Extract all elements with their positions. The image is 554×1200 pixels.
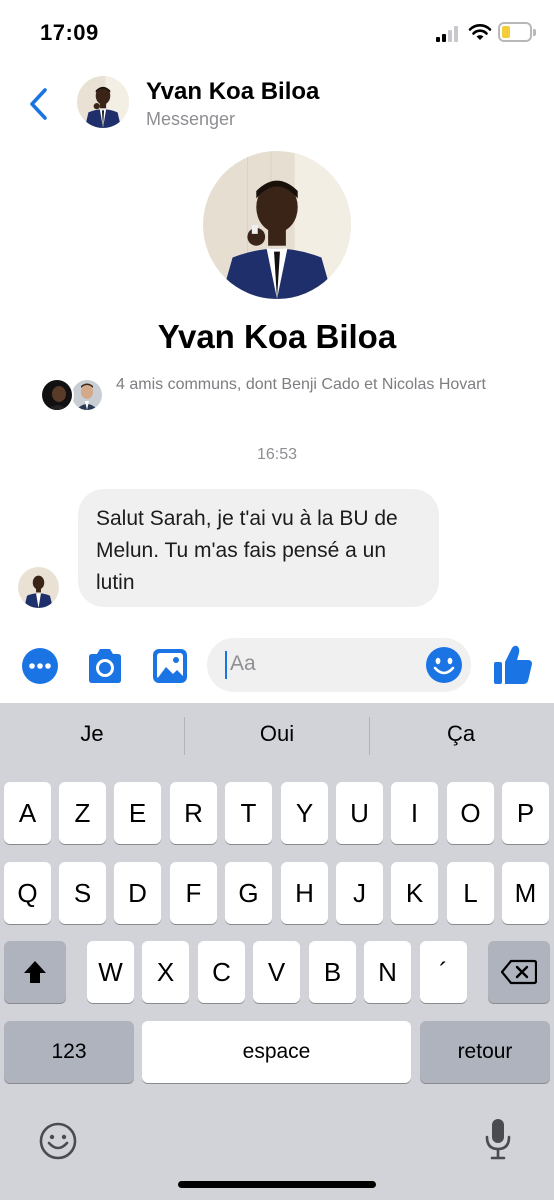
shift-key[interactable] <box>4 941 66 1003</box>
key-a[interactable]: A <box>4 782 51 844</box>
key-m[interactable]: M <box>502 862 549 924</box>
mutual-friends-text: 4 amis communs, dont Benji Cado et Nicol… <box>116 376 486 393</box>
shift-icon <box>24 961 46 983</box>
like-icon[interactable] <box>492 644 534 686</box>
key-v[interactable]: V <box>253 941 300 1003</box>
message-input-placeholder: Aa <box>230 652 256 675</box>
camera-icon[interactable] <box>85 648 125 684</box>
home-indicator <box>178 1181 376 1188</box>
key-q[interactable]: Q <box>4 862 51 924</box>
key-s[interactable]: S <box>59 862 106 924</box>
suggestion-divider <box>369 717 370 755</box>
keyboard: Je Oui Ça A Z E R T Y U I O P Q S D F G … <box>0 703 554 1200</box>
text-cursor <box>225 651 227 679</box>
status-time: 17:09 <box>40 20 99 45</box>
emoji-icon[interactable] <box>425 646 463 684</box>
suggestion-1[interactable]: Je <box>17 721 167 747</box>
received-message-bubble[interactable]: Salut Sarah, je t'ai vu à la BU de Melun… <box>78 489 439 607</box>
key-g[interactable]: G <box>225 862 272 924</box>
battery-icon <box>498 22 536 42</box>
key-c[interactable]: C <box>198 941 245 1003</box>
more-icon[interactable] <box>21 647 59 685</box>
key-j[interactable]: J <box>336 862 383 924</box>
key-d[interactable]: D <box>114 862 161 924</box>
key-b[interactable]: B <box>309 941 356 1003</box>
message-input[interactable]: Aa <box>207 638 471 692</box>
profile-avatar[interactable] <box>203 151 351 299</box>
key-r[interactable]: R <box>170 782 217 844</box>
cellular-signal-icon <box>436 26 458 42</box>
header-subtitle: Messenger <box>146 109 236 129</box>
key-o[interactable]: O <box>447 782 494 844</box>
profile-name: Yvan Koa Biloa <box>157 318 397 355</box>
suggestion-2[interactable]: Oui <box>202 721 352 747</box>
key-z[interactable]: Z <box>59 782 106 844</box>
space-key[interactable]: espace <box>142 1021 411 1083</box>
message-composer: Aa <box>0 634 554 702</box>
key-f[interactable]: F <box>170 862 217 924</box>
key-p[interactable]: P <box>502 782 549 844</box>
key-t[interactable]: T <box>225 782 272 844</box>
suggestion-3[interactable]: Ça <box>386 721 536 747</box>
mutual-friend-avatar <box>40 378 74 412</box>
backspace-icon <box>500 959 538 985</box>
suggestion-divider <box>184 717 185 755</box>
message-timestamp: 16:53 <box>256 446 298 463</box>
delete-key[interactable] <box>488 941 550 1003</box>
key-i[interactable]: I <box>391 782 438 844</box>
key-acute-accent[interactable]: ´ <box>420 941 467 1003</box>
key-u[interactable]: U <box>336 782 383 844</box>
mutual-friends[interactable]: 4 amis communs, dont Benji Cado et Nicol… <box>40 374 540 418</box>
key-k[interactable]: K <box>391 862 438 924</box>
mutual-friend-avatar <box>70 378 104 412</box>
numbers-key[interactable]: 123 <box>4 1021 134 1083</box>
key-l[interactable]: L <box>447 862 494 924</box>
return-key[interactable]: retour <box>420 1021 550 1083</box>
key-x[interactable]: X <box>142 941 189 1003</box>
header-contact-name[interactable]: Yvan Koa Biloa <box>146 78 319 106</box>
back-chevron-icon[interactable] <box>24 84 54 124</box>
status-bar: 17:09 <box>0 0 554 66</box>
key-h[interactable]: H <box>281 862 328 924</box>
emoji-keyboard-icon[interactable] <box>38 1121 78 1161</box>
key-e[interactable]: E <box>114 782 161 844</box>
key-y[interactable]: Y <box>281 782 328 844</box>
wifi-icon <box>468 24 492 40</box>
sender-avatar[interactable] <box>18 567 59 608</box>
key-w[interactable]: W <box>87 941 134 1003</box>
key-n[interactable]: N <box>364 941 411 1003</box>
header-avatar[interactable] <box>77 76 129 128</box>
dictation-mic-icon[interactable] <box>484 1117 512 1161</box>
gallery-icon[interactable] <box>152 648 188 684</box>
conversation-header: Yvan Koa Biloa Messenger <box>0 66 554 142</box>
